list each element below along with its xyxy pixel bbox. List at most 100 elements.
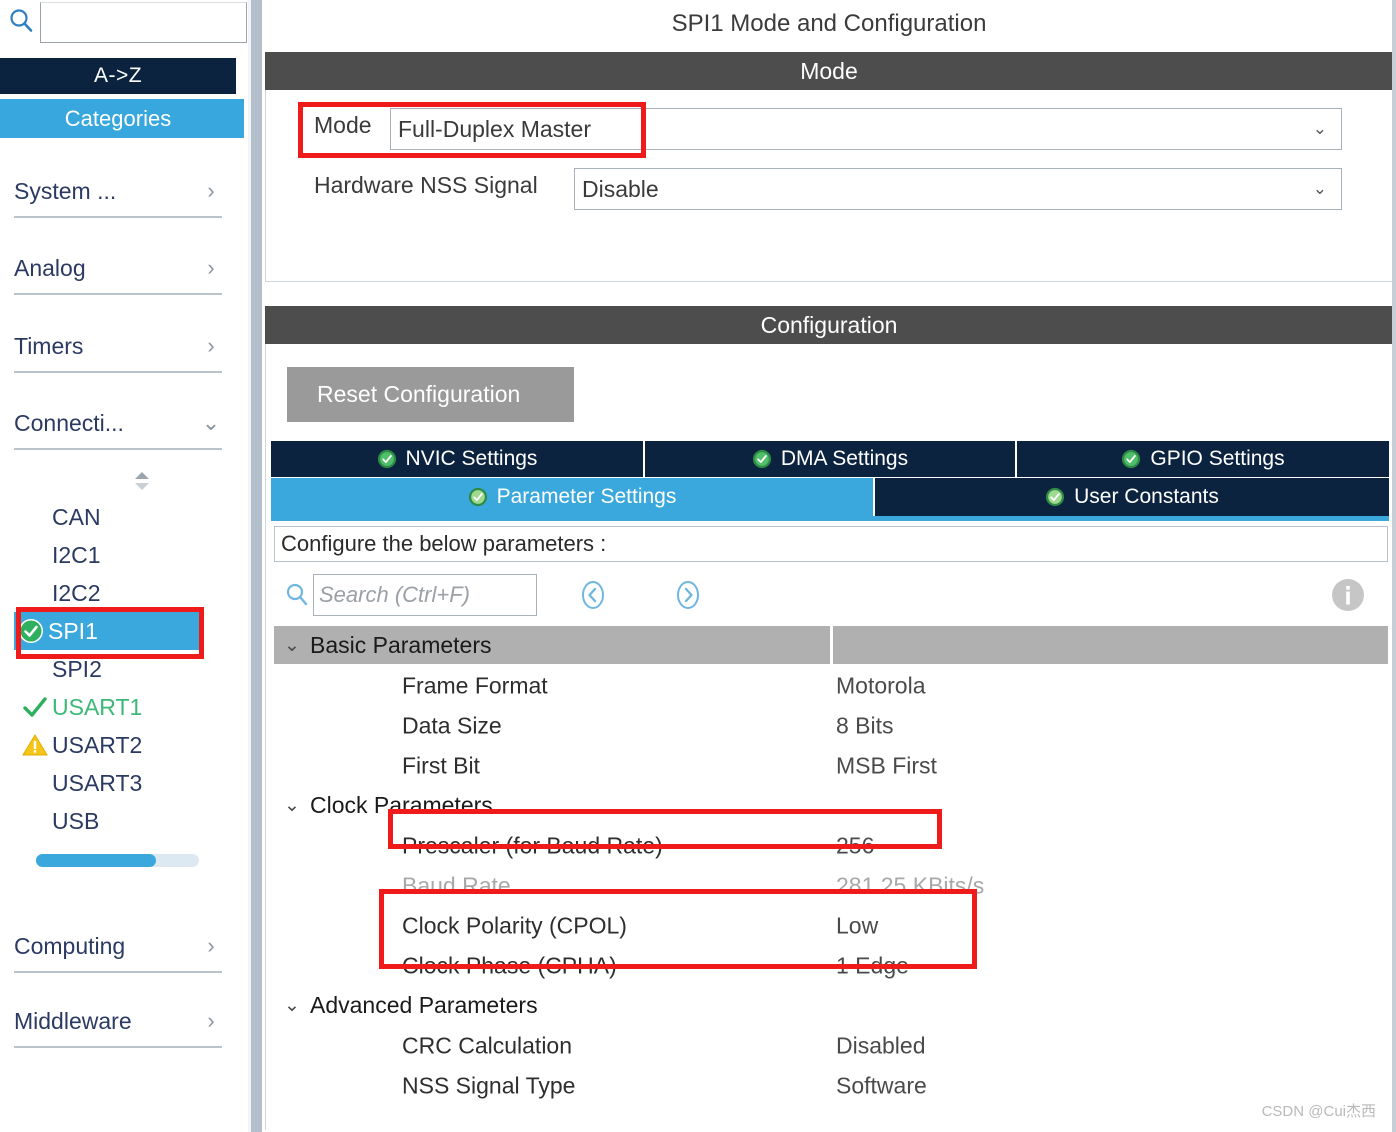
- search-next-icon[interactable]: [673, 580, 703, 610]
- param-name: CRC Calculation: [402, 1032, 573, 1059]
- chevron-down-icon: ⌄: [1312, 119, 1327, 138]
- hardware-nss-value: Disable: [582, 175, 659, 202]
- check-circle-icon: [14, 617, 48, 645]
- sidebar-search-row: [0, 0, 248, 44]
- table-row[interactable]: First Bit MSB First: [274, 746, 1388, 786]
- sidebar-category-system[interactable]: System ... ›: [14, 166, 222, 218]
- table-row: Baud Rate 281.25 KBits/s: [274, 866, 1388, 906]
- peripheral-item-spi1[interactable]: SPI1: [14, 612, 204, 650]
- chevron-right-icon: ›: [207, 333, 215, 358]
- peripheral-item-usb[interactable]: USB: [18, 802, 220, 840]
- param-value: Low: [836, 912, 879, 939]
- param-group-label: Clock Parameters: [310, 791, 493, 818]
- active-tab-underline: [271, 516, 1389, 521]
- peripheral-label: USB: [52, 807, 100, 834]
- mode-dropdown-value: Full-Duplex Master: [398, 115, 591, 142]
- warning-triangle-icon: [18, 731, 52, 759]
- tab-parameter-settings[interactable]: Parameter Settings: [271, 478, 875, 516]
- reset-configuration-button[interactable]: Reset Configuration: [287, 367, 574, 422]
- tab-user-constants[interactable]: User Constants: [875, 478, 1389, 516]
- peripheral-sidebar: A->Z Categories System ... › Analog › Ti…: [0, 0, 248, 1132]
- check-circle-icon: [377, 449, 397, 469]
- table-row[interactable]: Prescaler (for Baud Rate) 256: [274, 826, 1388, 866]
- tab-nvic-settings[interactable]: NVIC Settings: [271, 441, 645, 477]
- param-group-basic[interactable]: ⌄ Basic Parameters: [274, 626, 1388, 664]
- chevron-down-icon[interactable]: ⌄: [274, 634, 310, 657]
- table-row[interactable]: Data Size 8 Bits: [274, 706, 1388, 746]
- watermark: CSDN @Cui杰西: [1261, 1103, 1376, 1120]
- param-group-clock[interactable]: ⌄ Clock Parameters: [274, 786, 1388, 824]
- nss-field-label: Hardware NSS Signal: [314, 172, 538, 198]
- param-value: Software: [836, 1072, 927, 1099]
- peripheral-item-i2c1[interactable]: I2C1: [18, 536, 220, 574]
- tab-a-to-z[interactable]: A->Z: [0, 58, 236, 94]
- peripheral-item-can[interactable]: CAN: [18, 498, 220, 536]
- param-value: 281.25 KBits/s: [836, 872, 985, 899]
- sidebar-category-label: Analog: [14, 254, 86, 281]
- column-divider: [830, 626, 833, 664]
- param-group-advanced[interactable]: ⌄ Advanced Parameters: [274, 986, 1388, 1024]
- param-name: NSS Signal Type: [402, 1072, 576, 1099]
- mode-section-body: Mode Full-Duplex Master ⌄ Hardware NSS S…: [265, 90, 1393, 282]
- parameter-search-input[interactable]: [313, 574, 537, 616]
- tab-label: NVIC Settings: [405, 447, 538, 470]
- search-icon: [10, 9, 33, 32]
- peripheral-label: USART2: [52, 731, 143, 758]
- sidebar-search-input[interactable]: [40, 2, 247, 43]
- param-group-label: Advanced Parameters: [310, 991, 538, 1018]
- param-value: 1 Edge: [836, 952, 909, 979]
- status-none-icon: [18, 579, 52, 607]
- peripheral-item-usart3[interactable]: USART3: [18, 764, 220, 802]
- peripheral-item-i2c2[interactable]: I2C2: [18, 574, 220, 612]
- sidebar-category-computing[interactable]: Computing ›: [14, 921, 222, 973]
- chevron-right-icon: ›: [207, 1008, 215, 1033]
- param-name: Clock Phase (CPHA): [402, 952, 617, 979]
- chevron-down-icon: ⌄: [201, 410, 221, 435]
- status-none-icon: [18, 769, 52, 797]
- hardware-nss-dropdown[interactable]: Disable ⌄: [574, 168, 1342, 210]
- tab-categories[interactable]: Categories: [0, 99, 244, 138]
- sidebar-category-label: Connecti...: [14, 409, 124, 436]
- mode-section-header: Mode: [265, 52, 1393, 90]
- table-row[interactable]: CRC Calculation Disabled: [274, 1026, 1388, 1066]
- peripheral-label: I2C2: [52, 579, 101, 606]
- status-none-icon: [18, 503, 52, 531]
- parameter-table: ⌄ Basic Parameters Frame Format Motorola…: [274, 626, 1388, 1126]
- mode-field-label: Mode: [314, 112, 372, 138]
- table-row[interactable]: Clock Polarity (CPOL) Low: [274, 906, 1388, 946]
- info-icon[interactable]: [1329, 576, 1367, 614]
- sort-toggle-icon[interactable]: [130, 470, 154, 492]
- sidebar-category-label: Computing: [14, 932, 126, 959]
- stm32cubemx-spi1-config-screen: A->Z Categories System ... › Analog › Ti…: [0, 0, 1396, 1132]
- sidebar-category-timers[interactable]: Timers ›: [14, 321, 222, 373]
- chevron-down-icon[interactable]: ⌄: [274, 994, 310, 1017]
- tab-label: Parameter Settings: [496, 485, 677, 508]
- tab-label: User Constants: [1074, 485, 1219, 508]
- peripheral-item-spi2[interactable]: SPI2: [18, 650, 220, 688]
- tab-gpio-settings[interactable]: GPIO Settings: [1017, 441, 1389, 477]
- table-row[interactable]: Frame Format Motorola: [274, 666, 1388, 706]
- tab-dma-settings[interactable]: DMA Settings: [645, 441, 1017, 477]
- table-row[interactable]: NSS Signal Type Software: [274, 1066, 1388, 1106]
- nss-field-row: Hardware NSS Signal: [314, 172, 538, 199]
- peripheral-item-usart2[interactable]: USART2: [18, 726, 220, 764]
- param-value: MSB First: [836, 752, 937, 779]
- tab-label: GPIO Settings: [1150, 447, 1285, 470]
- scrollbar-thumb[interactable]: [36, 854, 156, 867]
- peripheral-list-scrollbar[interactable]: [36, 854, 199, 867]
- table-row[interactable]: Clock Phase (CPHA) 1 Edge: [274, 946, 1388, 986]
- peripheral-label: USART3: [52, 769, 143, 796]
- peripheral-item-usart1[interactable]: USART1: [18, 688, 220, 726]
- sidebar-category-label: System ...: [14, 177, 117, 204]
- chevron-down-icon[interactable]: ⌄: [274, 794, 310, 817]
- chevron-right-icon: ›: [207, 255, 215, 280]
- check-circle-icon: [752, 449, 772, 469]
- peripheral-label: USART1: [52, 693, 143, 720]
- sidebar-category-middleware[interactable]: Middleware ›: [14, 996, 222, 1048]
- sidebar-category-connectivity[interactable]: Connecti... ⌄: [14, 398, 222, 450]
- param-value: Disabled: [836, 1032, 926, 1059]
- search-previous-icon[interactable]: [578, 580, 608, 610]
- sidebar-category-analog[interactable]: Analog ›: [14, 243, 222, 295]
- mode-dropdown[interactable]: Full-Duplex Master ⌄: [390, 108, 1342, 150]
- panel-splitter[interactable]: [248, 0, 262, 1132]
